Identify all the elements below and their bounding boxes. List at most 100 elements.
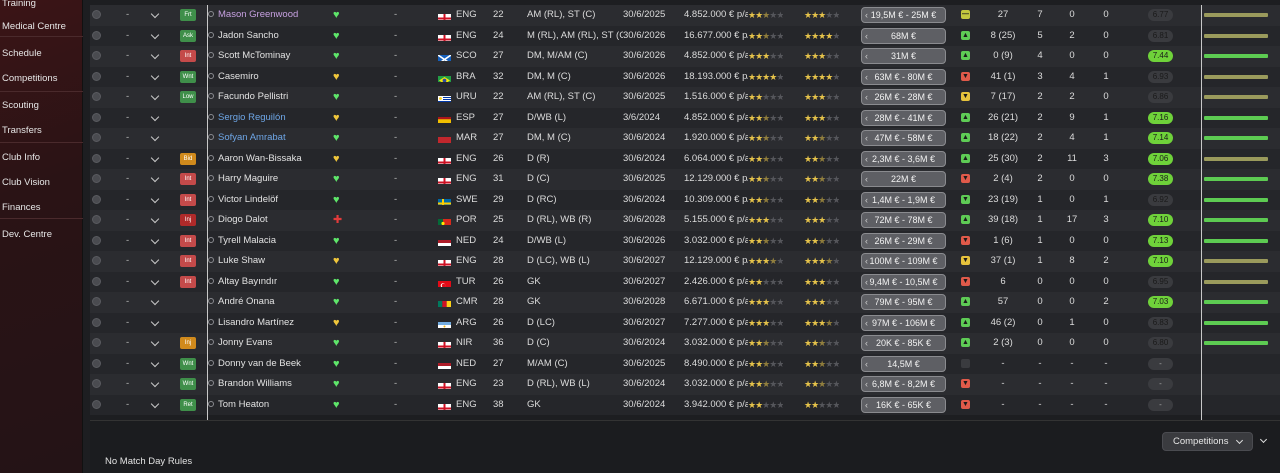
transfer-value[interactable]: 100M € - 109M €	[861, 253, 946, 269]
competitions-dropdown[interactable]: Competitions	[1162, 432, 1253, 451]
select-radio[interactable]	[92, 399, 101, 409]
player-name[interactable]: Donny van de Beek	[208, 354, 326, 375]
select-radio[interactable]	[92, 379, 101, 388]
sidebar-item-club-vision[interactable]: Club Vision	[0, 173, 83, 193]
player-name[interactable]: Luke Shaw	[208, 251, 326, 272]
player-name[interactable]: Scott McTominay	[208, 46, 326, 67]
chevron-down-icon[interactable]	[150, 276, 160, 285]
player-name[interactable]: Tyrell Malacia	[208, 231, 326, 252]
transfer-value[interactable]: 14,5M €	[861, 355, 946, 372]
transfer-value[interactable]: 19,5M € - 25M €	[861, 7, 946, 23]
player-name[interactable]: Tom Heaton	[208, 395, 326, 416]
chevron-down-icon[interactable]	[150, 337, 160, 347]
transfer-value[interactable]: 72M € - 78M €	[861, 212, 946, 228]
chevron-down-icon[interactable]	[150, 358, 160, 367]
transfer-value[interactable]: 16K € - 65K €	[861, 396, 946, 413]
sidebar-item-scouting[interactable]: Scouting	[0, 96, 83, 116]
transfer-value[interactable]: 63M € - 80M €	[861, 68, 946, 85]
chevron-down-icon[interactable]	[150, 173, 160, 183]
transfer-value[interactable]: 97M € - 106M €	[861, 314, 946, 331]
select-radio[interactable]	[92, 133, 101, 142]
transfer-value[interactable]: 47M € - 58M €	[861, 130, 946, 146]
select-radio[interactable]	[92, 276, 101, 286]
table-row[interactable]: - Int Altay Bayındır ♥ - TUR 26 GK 30/6/2027 2.42…	[90, 271, 1280, 293]
chevron-down-icon[interactable]	[150, 71, 160, 80]
transfer-value[interactable]: 31M €	[861, 48, 946, 64]
sidebar-item-medical-centre[interactable]: Medical Centre	[0, 17, 83, 37]
chevron-down-icon[interactable]	[150, 214, 160, 224]
transfer-value[interactable]: 68M €	[861, 27, 946, 44]
sidebar-item-schedule[interactable]: Schedule	[0, 44, 83, 64]
transfer-value[interactable]: 1,4M € - 1,9M €	[861, 191, 946, 208]
chevron-down-icon[interactable]	[150, 378, 160, 388]
player-name[interactable]: André Onana	[208, 292, 326, 313]
select-radio[interactable]	[92, 358, 101, 368]
player-name[interactable]: Diogo Dalot	[208, 210, 326, 231]
table-row[interactable]: - Wnt Donny van de Beek ♥ - NED 27 M/AM (C) 30/6…	[90, 353, 1280, 375]
player-name[interactable]: Harry Maguire	[208, 169, 326, 190]
select-radio[interactable]	[92, 51, 101, 60]
transfer-value[interactable]: 28M € - 41M €	[861, 109, 946, 126]
chevron-down-icon[interactable]	[150, 153, 160, 162]
chevron-down-icon[interactable]	[150, 194, 160, 203]
select-radio[interactable]	[92, 256, 101, 265]
player-name[interactable]: Sofyan Amrabat	[208, 128, 326, 149]
player-name[interactable]: Sergio Reguilón	[208, 108, 326, 129]
table-row[interactable]: - Int Luke Shaw ♥ - ENG 28 D (LC), WB (L) 30/6/2…	[90, 251, 1280, 272]
chevron-down-icon[interactable]	[150, 112, 160, 121]
table-row[interactable]: - Lisandro Martínez ♥ - ARG 26 D (LC) 30/6/2027…	[90, 312, 1280, 334]
select-radio[interactable]	[92, 10, 101, 19]
chevron-down-icon[interactable]	[150, 399, 160, 408]
table-row[interactable]: - André Onana ♥ - CMR 28 GK 30/6/2028 6.671.000 …	[90, 292, 1280, 313]
chevron-down-icon[interactable]	[150, 30, 160, 39]
player-name[interactable]: Lisandro Martínez	[208, 313, 326, 334]
table-row[interactable]: - Inj Diogo Dalot ✚ - POR 25 D (RL), WB (R) 30/6…	[90, 210, 1280, 231]
transfer-value[interactable]: 20K € - 85K €	[861, 335, 946, 351]
table-row[interactable]: - Int Tyrell Malacia ♥ - NED 24 D/WB (L) 30/6/20…	[90, 230, 1280, 252]
player-name[interactable]: Casemiro	[208, 67, 326, 88]
chevron-down-icon[interactable]	[150, 296, 160, 306]
player-name[interactable]: Mason Greenwood	[208, 5, 326, 26]
chevron-down-icon[interactable]	[150, 9, 160, 19]
select-radio[interactable]	[92, 194, 101, 204]
table-row[interactable]: - Int Scott McTominay ♥ - SCO 27 DM, M/AM (C) 30…	[90, 46, 1280, 67]
table-row[interactable]: - Frt Mason Greenwood ♥ - ENG 22 AM (RL), ST (C…	[90, 5, 1280, 26]
table-row[interactable]: - Sergio Reguilón ♥ - ESP 27 D/WB (L) 3/6/2024 4…	[90, 107, 1280, 129]
table-row[interactable]: - Wnt Brandon Williams ♥ - ENG 23 D (RL), WB (L…	[90, 374, 1280, 395]
table-row[interactable]: - Wnt Casemiro ♥ - BRA 32 DM, M (C) 30/6/2026 18.…	[90, 66, 1280, 88]
select-radio[interactable]	[92, 30, 101, 40]
player-name[interactable]: Facundo Pellistri	[208, 87, 326, 108]
player-name[interactable]: Jonny Evans	[208, 333, 326, 354]
player-name[interactable]: Altay Bayındır	[208, 272, 326, 293]
table-row[interactable]: - Sofyan Amrabat ♥ - MAR 27 DM, M (C) 30/6/2024…	[90, 128, 1280, 149]
player-name[interactable]: Jadon Sancho	[208, 26, 326, 47]
transfer-value[interactable]: 79M € - 95M €	[861, 294, 946, 310]
sidebar-item-dev-centre[interactable]: Dev. Centre	[0, 225, 83, 245]
sidebar-item-club-info[interactable]: Club Info	[0, 148, 83, 168]
select-radio[interactable]	[92, 71, 101, 81]
chevron-down-icon[interactable]	[150, 91, 160, 101]
table-row[interactable]: - Int Victor Lindelöf ♥ - SWE 29 D (RC) 30/6/202…	[90, 189, 1280, 211]
table-row[interactable]: - Bid Aaron Wan-Bissaka ♥ - ENG 26 D (R) 30/6/20…	[90, 148, 1280, 170]
select-radio[interactable]	[92, 235, 101, 245]
chevron-down-icon[interactable]	[150, 235, 160, 244]
transfer-value[interactable]: 2,3M € - 3,6M €	[861, 150, 946, 167]
chevron-down-icon[interactable]	[150, 317, 160, 326]
table-row[interactable]: - Int Harry Maguire ♥ - ENG 31 D (C) 30/6/2025 12…	[90, 169, 1280, 190]
table-row[interactable]: - Ret Tom Heaton ♥ - ENG 38 GK 30/6/2024 3.942.00…	[90, 394, 1280, 416]
select-radio[interactable]	[92, 174, 101, 183]
select-radio[interactable]	[92, 297, 101, 306]
select-radio[interactable]	[92, 92, 101, 101]
player-name[interactable]: Aaron Wan-Bissaka	[208, 149, 326, 170]
sidebar-item-transfers[interactable]: Transfers	[0, 121, 83, 141]
table-row[interactable]: - Ask Jadon Sancho ♥ - ENG 24 M (RL), AM (RL), …	[90, 25, 1280, 47]
transfer-value[interactable]: 6,8M € - 8,2M €	[861, 376, 946, 392]
select-radio[interactable]	[92, 215, 101, 224]
select-radio[interactable]	[92, 317, 101, 327]
table-row[interactable]: - Inj Jonny Evans ♥ - NIR 36 D (C) 30/6/2024 3.03…	[90, 333, 1280, 354]
chevron-down-icon[interactable]	[150, 132, 160, 142]
player-name[interactable]: Victor Lindelöf	[208, 190, 326, 211]
transfer-value[interactable]: 22M €	[861, 171, 946, 187]
player-name[interactable]: Brandon Williams	[208, 374, 326, 395]
select-radio[interactable]	[92, 338, 101, 347]
